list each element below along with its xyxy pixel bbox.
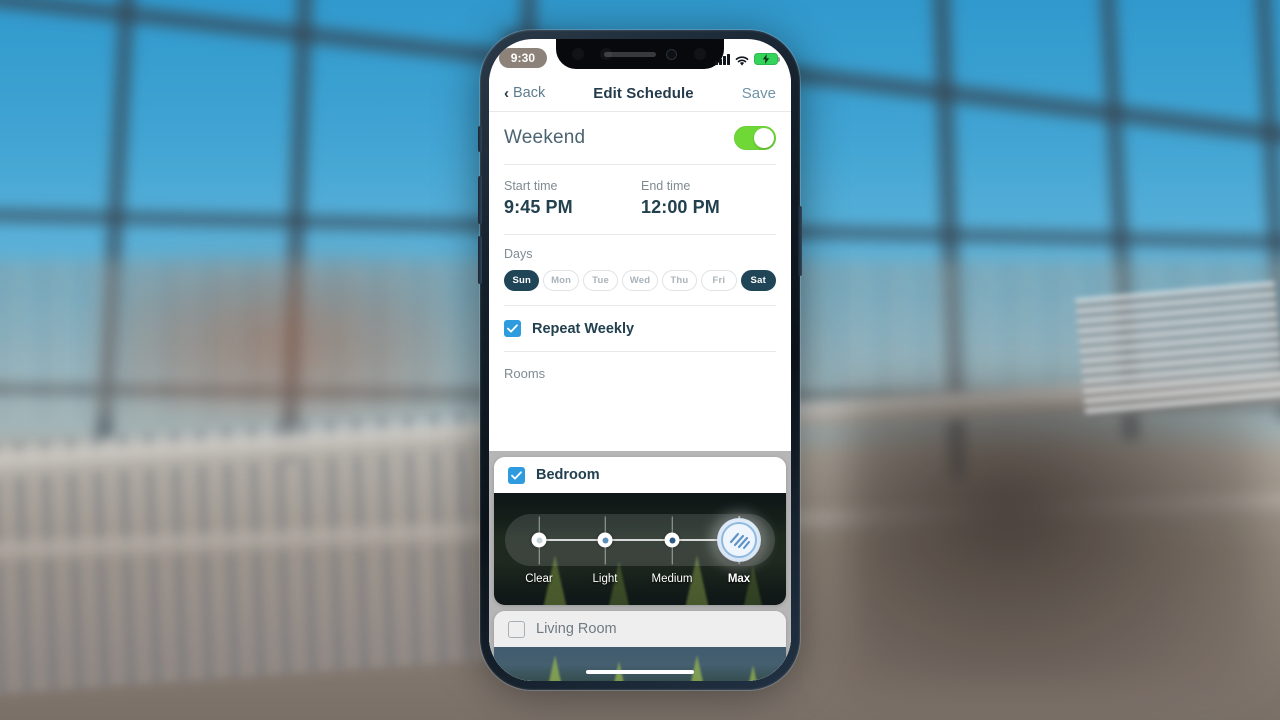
day-chip-wed[interactable]: Wed bbox=[622, 270, 658, 291]
slider-label-medium: Medium bbox=[651, 573, 693, 585]
silent-switch[interactable] bbox=[478, 126, 482, 152]
phone-mockup: 9:30 ‹ Back Edit Schedule Save Weekend S… bbox=[474, 26, 806, 694]
rooms-list: Bedroom Clear Light Medium Max Living Ro… bbox=[489, 451, 791, 681]
status-bar: 9:30 bbox=[489, 39, 791, 75]
navigation-bar: ‹ Back Edit Schedule Save bbox=[489, 75, 791, 112]
slider-dot-medium bbox=[664, 532, 680, 548]
schedule-name-row: Weekend bbox=[504, 112, 776, 165]
end-time-field[interactable]: End time 12:00 PM bbox=[641, 179, 720, 218]
chevron-left-icon: ‹ bbox=[504, 84, 509, 102]
start-time-label: Start time bbox=[504, 179, 558, 193]
day-chip-group: Sun Mon Tue Wed Thu Fri Sat bbox=[504, 270, 776, 291]
shade-level-slider[interactable] bbox=[505, 514, 775, 566]
schedule-name: Weekend bbox=[504, 127, 586, 148]
phone-screen: 9:30 ‹ Back Edit Schedule Save Weekend S… bbox=[489, 39, 791, 681]
slider-handle-max[interactable] bbox=[717, 518, 761, 562]
slider-label-max: Max bbox=[727, 573, 751, 585]
volume-down-button[interactable] bbox=[478, 236, 482, 284]
checkmark-icon bbox=[507, 324, 518, 333]
checkmark-icon bbox=[511, 470, 522, 479]
days-selector: Days Sun Mon Tue Wed Thu Fri Sat bbox=[504, 235, 776, 306]
phone-frame: 9:30 ‹ Back Edit Schedule Save Weekend S… bbox=[478, 30, 802, 690]
end-time-label: End time bbox=[641, 179, 691, 193]
toggle-knob bbox=[754, 128, 774, 148]
repeat-weekly-checkbox[interactable] bbox=[504, 320, 521, 337]
day-chip-mon[interactable]: Mon bbox=[543, 270, 579, 291]
rooms-section-label: Rooms bbox=[504, 366, 546, 381]
home-indicator-bar[interactable] bbox=[586, 669, 694, 674]
slider-dot-light bbox=[597, 532, 613, 548]
back-button[interactable]: ‹ Back bbox=[504, 85, 545, 101]
slider-stop-medium[interactable] bbox=[664, 516, 680, 564]
page-title: Edit Schedule bbox=[593, 84, 694, 102]
day-chip-sun[interactable]: Sun bbox=[504, 270, 540, 291]
slider-stop-light[interactable] bbox=[597, 516, 613, 564]
time-range-row: Start time 9:45 PM End time 12:00 PM bbox=[504, 165, 776, 235]
room-checkbox-bedroom[interactable] bbox=[508, 466, 525, 484]
back-button-label: Back bbox=[513, 85, 546, 101]
status-time: 9:30 bbox=[499, 48, 547, 68]
room-name-living-room: Living Room bbox=[536, 621, 617, 637]
save-button[interactable]: Save bbox=[742, 85, 776, 102]
room-card-bedroom: Bedroom Clear Light Medium Max bbox=[494, 457, 786, 605]
status-icon-group bbox=[715, 52, 780, 66]
power-button[interactable] bbox=[798, 206, 802, 276]
slider-track bbox=[539, 539, 741, 541]
cellular-signal-icon bbox=[715, 53, 730, 65]
schedule-form: Weekend Start time 9:45 PM End time 12:0… bbox=[489, 112, 791, 394]
battery-charging-icon bbox=[754, 52, 780, 65]
day-chip-sat[interactable]: Sat bbox=[740, 270, 776, 291]
days-label: Days bbox=[504, 247, 533, 261]
start-time-field[interactable]: Start time 9:45 PM bbox=[504, 179, 641, 218]
screen-content: Weekend Start time 9:45 PM End time 12:0… bbox=[489, 112, 791, 681]
end-time-value: 12:00 PM bbox=[641, 197, 720, 217]
room-name-bedroom: Bedroom bbox=[536, 467, 600, 483]
tree-shape bbox=[684, 655, 710, 681]
tree-shape bbox=[740, 665, 766, 681]
day-chip-thu[interactable]: Thu bbox=[661, 270, 698, 291]
slider-label-group: Clear Light Medium Max bbox=[505, 573, 775, 593]
volume-up-button[interactable] bbox=[478, 176, 482, 224]
blinds-stripes-icon bbox=[721, 522, 757, 558]
wifi-icon bbox=[735, 54, 749, 66]
start-time-value: 9:45 PM bbox=[504, 197, 573, 217]
repeat-weekly-label: Repeat Weekly bbox=[532, 320, 635, 337]
day-chip-fri[interactable]: Fri bbox=[701, 270, 737, 291]
day-chip-tue[interactable]: Tue bbox=[582, 270, 619, 291]
slider-label-clear: Clear bbox=[525, 573, 553, 585]
room-header-living-room[interactable]: Living Room bbox=[494, 611, 786, 647]
room-photo-bedroom: Clear Light Medium Max bbox=[494, 493, 786, 605]
tree-shape bbox=[542, 655, 568, 681]
slider-dot-clear bbox=[531, 532, 547, 548]
room-checkbox-living-room[interactable] bbox=[508, 620, 525, 638]
room-header-bedroom[interactable]: Bedroom bbox=[494, 457, 786, 493]
schedule-enabled-toggle[interactable] bbox=[734, 126, 776, 150]
repeat-weekly-row[interactable]: Repeat Weekly bbox=[504, 306, 776, 352]
slider-stop-clear[interactable] bbox=[531, 516, 547, 564]
screenshot-stage: 9:30 ‹ Back Edit Schedule Save Weekend S… bbox=[0, 0, 1280, 720]
room-photo-living-room bbox=[494, 647, 786, 681]
slider-label-light: Light bbox=[592, 573, 618, 585]
